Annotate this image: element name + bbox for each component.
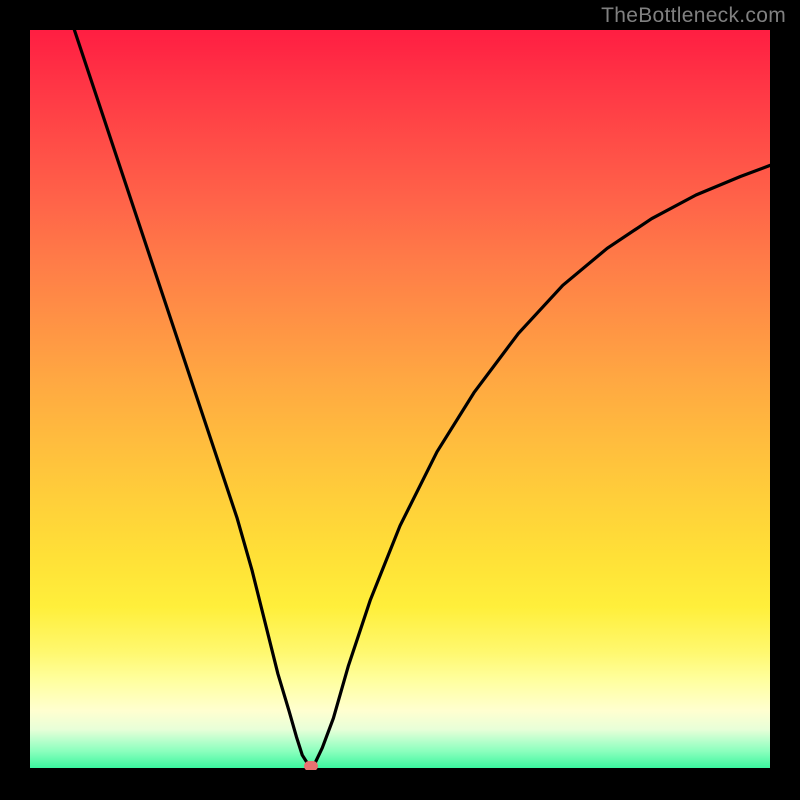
bottleneck-curve: [30, 30, 770, 770]
baseline: [30, 768, 770, 770]
minimum-marker: [304, 761, 318, 770]
plot-area: [30, 30, 770, 770]
chart-container: TheBottleneck.com: [0, 0, 800, 800]
watermark-label: TheBottleneck.com: [601, 4, 786, 28]
